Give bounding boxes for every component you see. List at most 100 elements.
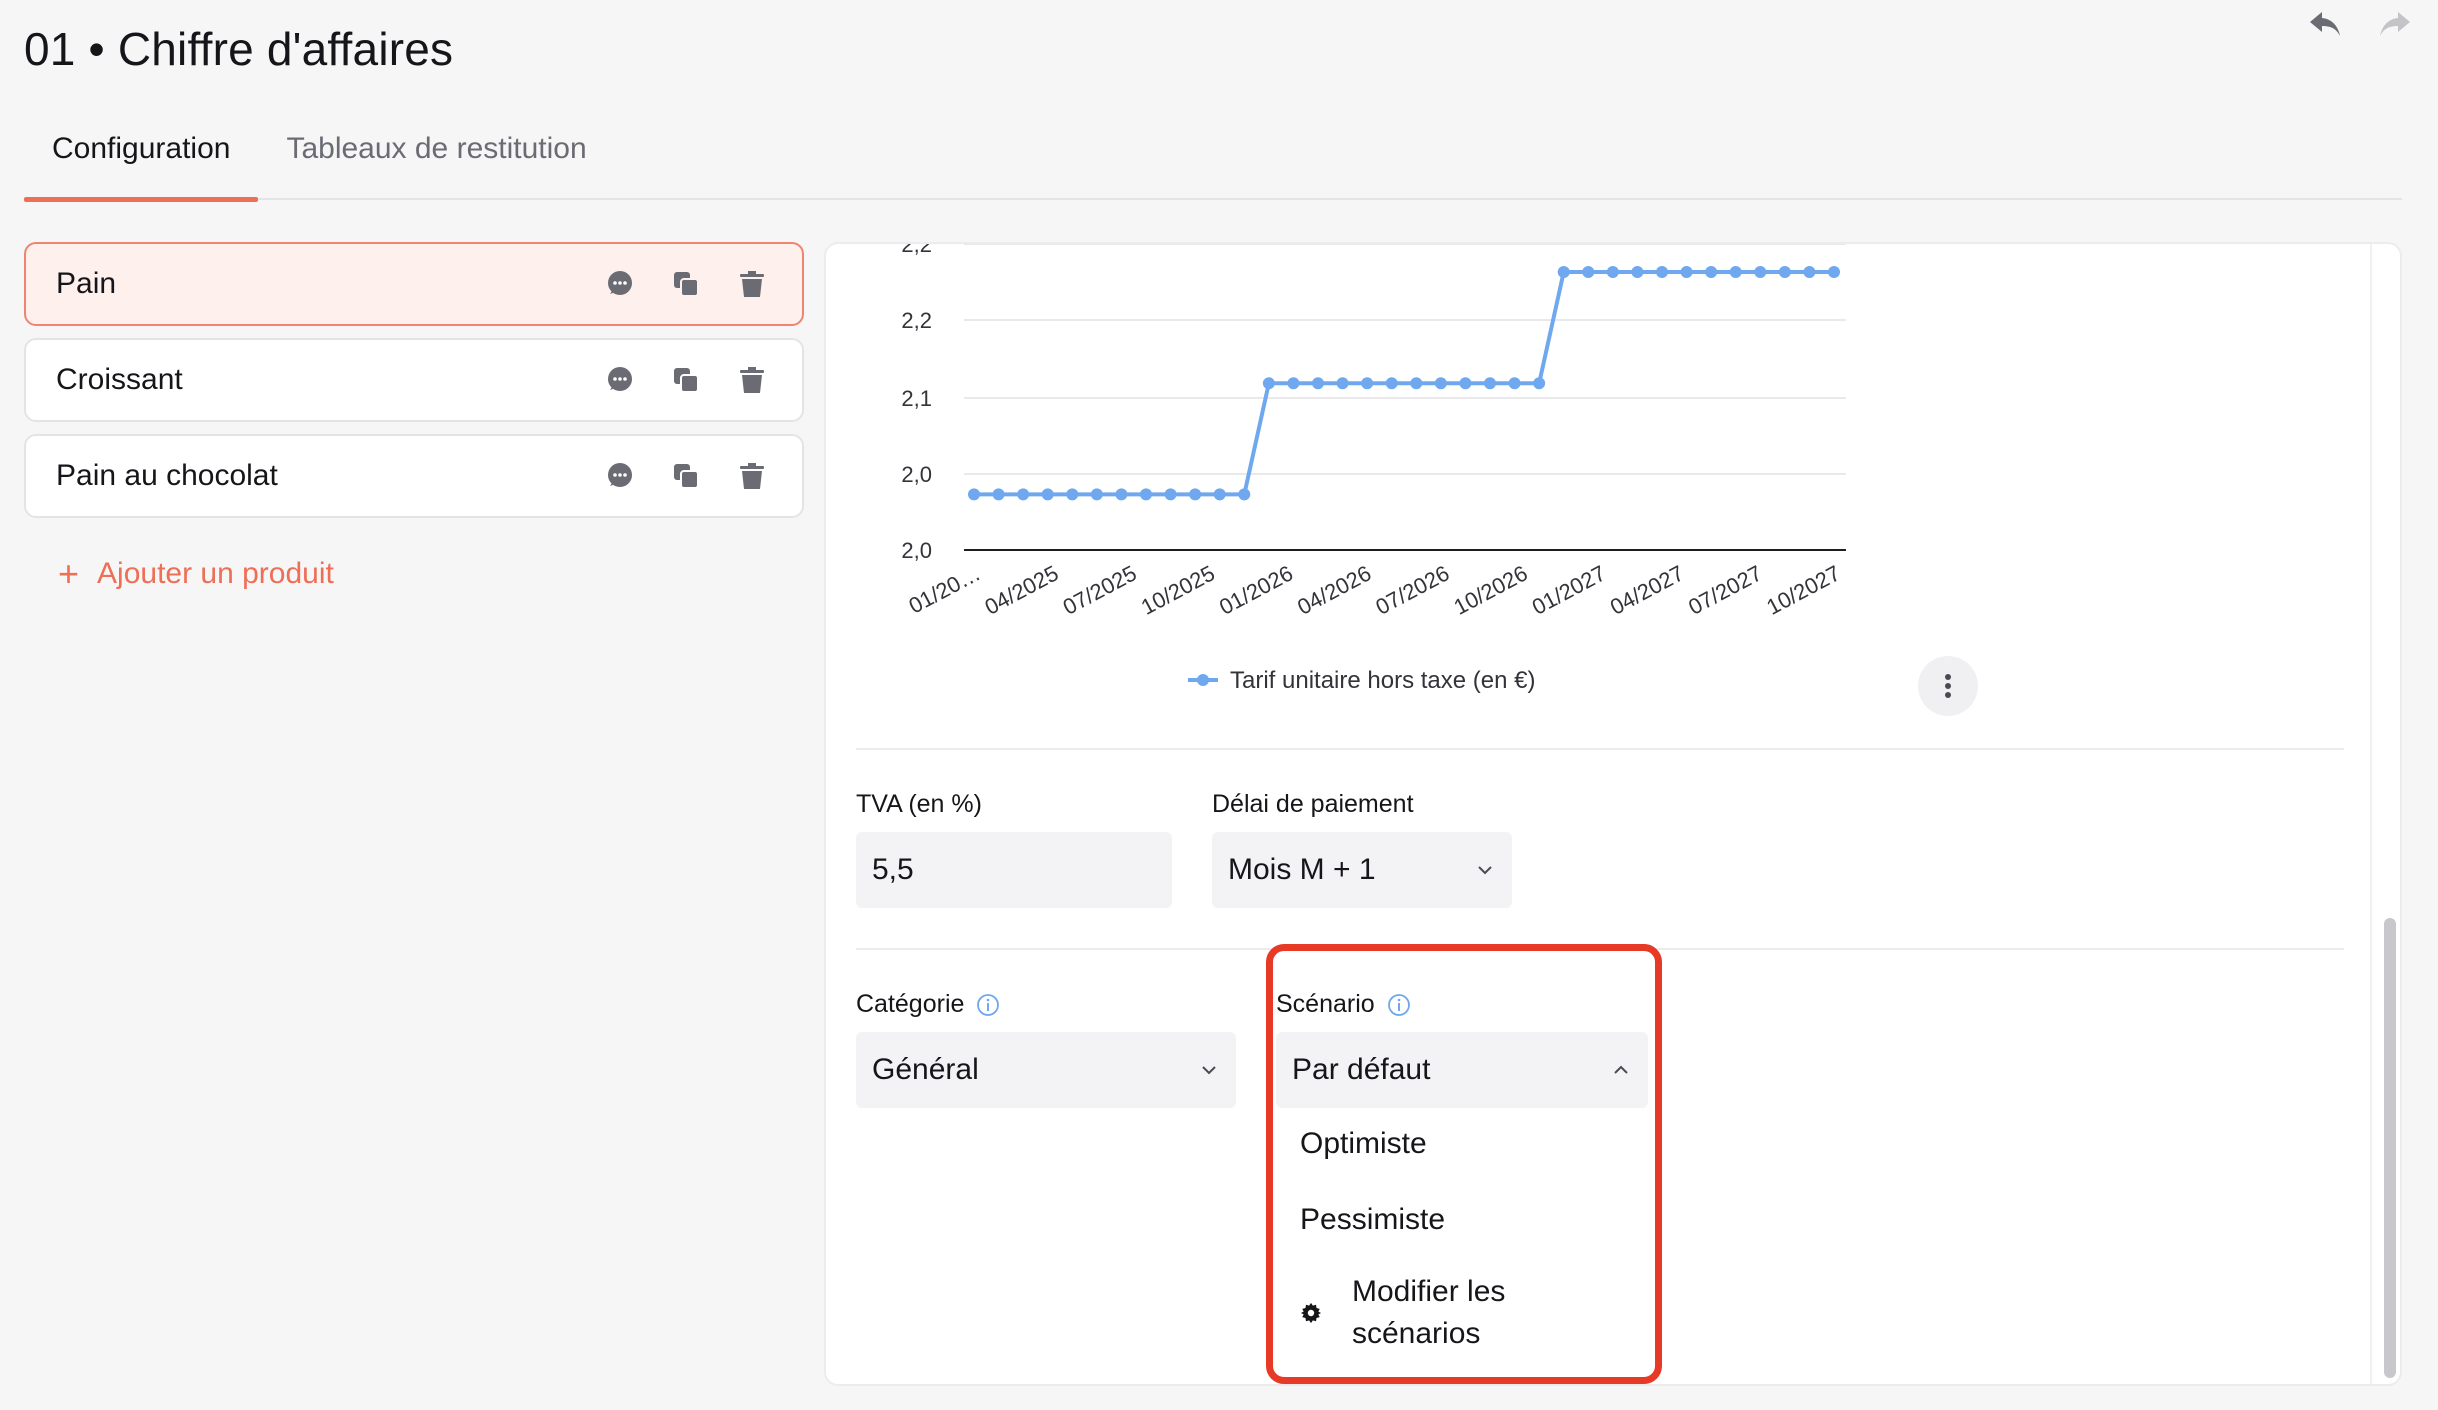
data-point [1213,488,1226,501]
scrollbar-thumb[interactable] [2384,918,2396,1378]
x-tick-label: 10/2026 [1450,560,1532,619]
trash-icon[interactable] [732,264,772,304]
delai-label: Délai de paiement [1212,790,1414,818]
data-point [1508,377,1521,390]
data-point [1066,488,1079,501]
tva-label: TVA (en %) [856,790,982,818]
data-point [1140,488,1152,501]
data-point [1410,377,1423,390]
data-point [1262,377,1275,390]
comment-icon[interactable] [600,264,640,304]
data-point [1828,266,1840,278]
data-point [1557,266,1570,278]
duplicate-icon[interactable] [666,456,706,496]
data-point [1729,266,1742,278]
y-tick-label: 2,2 [901,244,932,257]
price-chart: 2,22,22,12,02,001/20…04/202507/202510/20… [901,244,1846,694]
x-tick-label: 10/2027 [1762,560,1844,619]
product-name: Pain au chocolat [56,459,278,492]
data-point [1606,266,1619,278]
add-product-label: Ajouter un produit [97,557,334,590]
data-point [1115,488,1128,501]
data-point [1090,488,1103,501]
y-tick-label: 2,0 [901,462,932,487]
product-list: Pain Croissant Pain au chocolat [24,242,804,530]
comment-icon[interactable] [600,360,640,400]
chevron-down-icon [1474,859,1496,881]
scenario-highlight-frame [1266,944,1662,1384]
series-line [974,270,1834,497]
y-tick-label: 2,1 [901,386,932,411]
more-vertical-icon [1945,674,1951,698]
history-controls [2306,6,2414,44]
data-point [1017,488,1030,501]
data-point [1312,377,1324,390]
x-tick-label: 01/20… [905,560,985,618]
y-tick-label: 2,2 [901,308,932,333]
categorie-value: Général [872,1053,979,1086]
page-title: 01 • Chiffre d'affaires [24,23,454,75]
legend-marker [1197,674,1209,686]
data-point [1385,377,1398,390]
delai-select[interactable]: Mois M + 1 [1212,832,1512,908]
x-tick-label: 01/2027 [1528,560,1610,619]
data-point [1631,266,1644,278]
add-product-button[interactable]: + Ajouter un produit [58,556,334,592]
x-tick-label: 04/2026 [1293,560,1375,619]
trash-icon[interactable] [732,456,772,496]
data-point [1459,377,1472,390]
x-tick-label: 07/2027 [1684,560,1766,619]
tab-bar: Configuration Tableaux de restitution [24,118,2402,202]
data-point [1238,488,1251,501]
plus-icon: + [58,553,80,594]
x-tick-label: 04/2027 [1606,560,1688,619]
product-item-pain-au-chocolat[interactable]: Pain au chocolat [24,434,804,518]
x-tick-label: 04/2025 [981,560,1063,619]
data-point [1754,266,1767,278]
data-point [968,488,980,501]
data-point [1656,266,1668,278]
data-point [1189,488,1202,501]
categorie-label: Catégorie [856,990,965,1018]
product-name: Croissant [56,363,183,396]
data-point [1361,377,1374,390]
trash-icon[interactable] [732,360,772,400]
data-point [1484,377,1496,390]
data-point [1434,377,1447,390]
data-point [1778,266,1791,278]
undo-icon[interactable] [2306,6,2344,44]
redo-icon[interactable] [2376,6,2414,44]
info-icon[interactable] [976,993,1000,1017]
x-tick-label: 07/2026 [1371,560,1453,619]
data-point [1287,377,1300,390]
categorie-select[interactable]: Général [856,1032,1236,1108]
duplicate-icon[interactable] [666,264,706,304]
product-name: Pain [56,267,117,300]
chevron-down-icon [1198,1059,1220,1081]
delai-value: Mois M + 1 [1228,853,1376,886]
data-point [1582,266,1595,278]
tab-configuration[interactable]: Configuration [24,118,259,202]
x-tick-label: 10/2025 [1137,560,1219,619]
data-point [1164,488,1177,501]
x-tick-label: 01/2026 [1215,560,1297,619]
chart-menu-button[interactable] [1918,656,1978,716]
legend-label: Tarif unitaire hors taxe (en €) [1230,667,1535,694]
data-point [1336,377,1349,390]
product-item-croissant[interactable]: Croissant [24,338,804,422]
tab-tableaux-de-restitution[interactable]: Tableaux de restitution [258,118,614,200]
y-tick-label: 2,0 [901,538,932,563]
data-point [1533,377,1546,390]
x-tick-label: 07/2025 [1059,560,1141,619]
product-item-pain[interactable]: Pain [24,242,804,326]
data-point [1041,488,1054,501]
data-point [992,488,1005,501]
data-point [1705,266,1718,278]
duplicate-icon[interactable] [666,360,706,400]
tva-input[interactable]: 5,5 [856,832,1172,908]
categorie-label-group: Catégorie [856,990,1000,1019]
comment-icon[interactable] [600,456,640,496]
data-point [1803,266,1816,278]
section-divider [856,748,2344,750]
data-point [1680,266,1693,278]
